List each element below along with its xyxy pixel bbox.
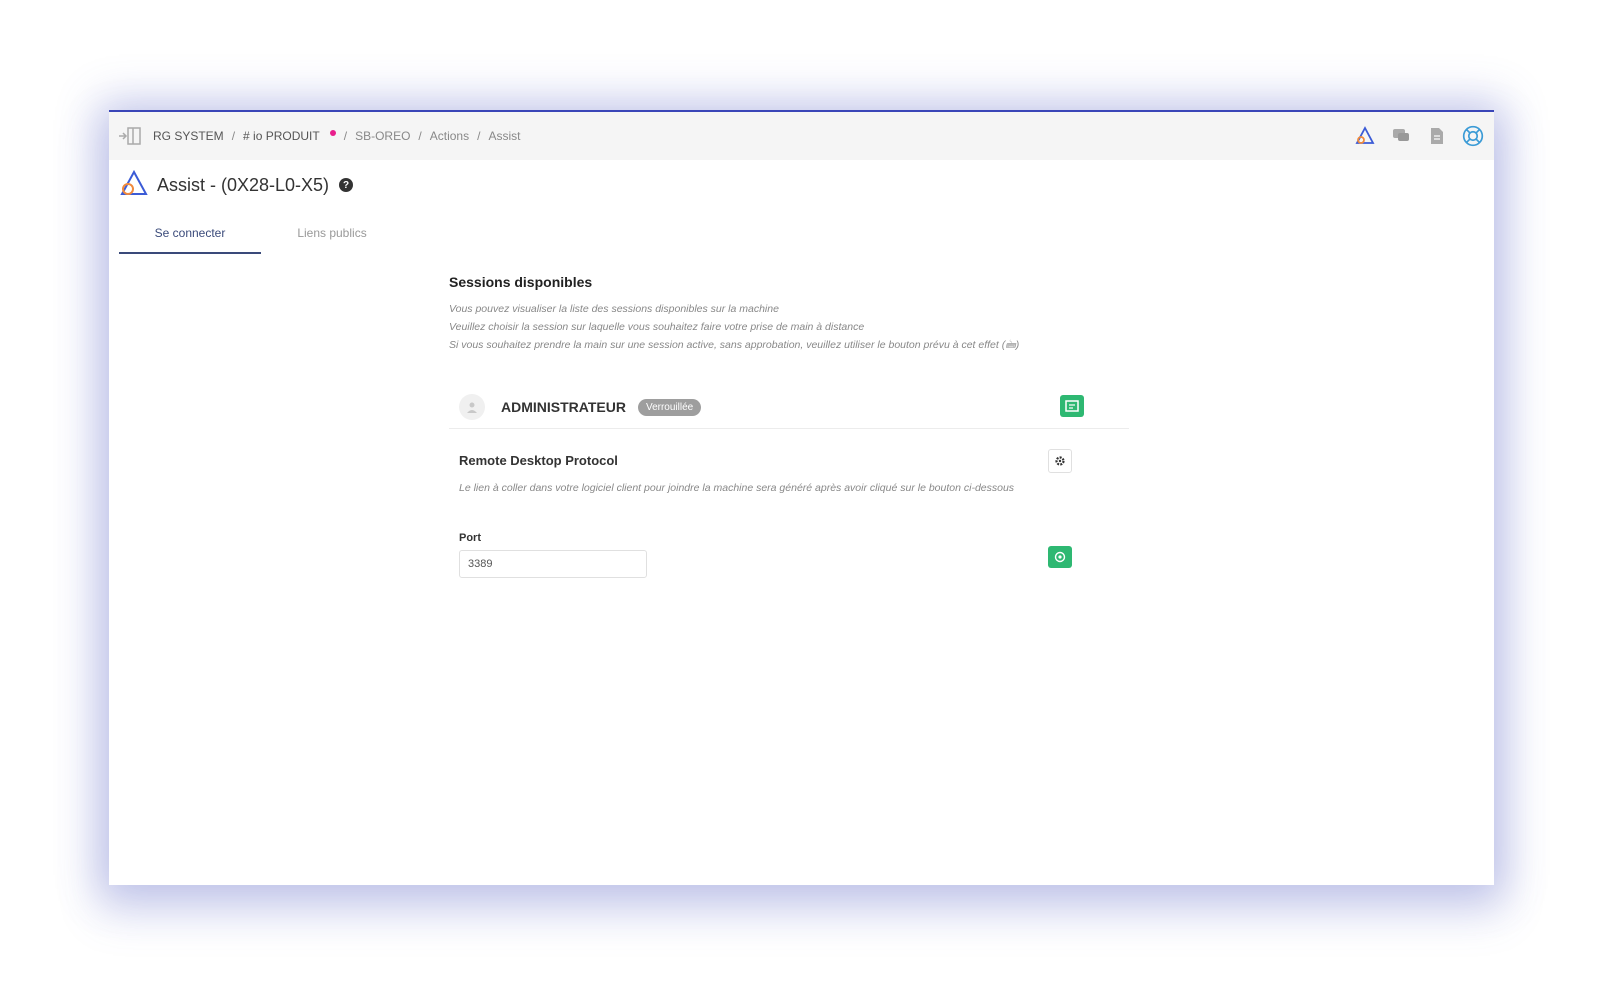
rdp-settings-button[interactable]	[1048, 449, 1072, 473]
breadcrumb-item-actions[interactable]: Actions	[430, 129, 469, 143]
rdp-description: Le lien à coller dans votre logiciel cli…	[459, 482, 1015, 494]
breadcrumb-separator: /	[418, 129, 422, 143]
gear-icon	[1055, 456, 1065, 466]
breadcrumb: RG SYSTEM / # io PRODUIT / SB-OREO / Act…	[153, 112, 520, 160]
breadcrumb-item-group[interactable]: # io PRODUIT	[243, 129, 320, 143]
session-name: ADMINISTRATEUR	[501, 399, 626, 415]
sessions-description-line: Si vous souhaitez prendre la main sur un…	[449, 339, 1020, 351]
breadcrumb-item-assist: Assist	[488, 129, 521, 143]
user-avatar-icon	[459, 394, 485, 420]
take-control-button[interactable]	[1060, 395, 1084, 417]
breadcrumb-item-organization[interactable]: RG SYSTEM	[153, 129, 224, 143]
sessions-description: Vous pouvez visualiser la liste des sess…	[449, 300, 1129, 354]
lifebuoy-icon[interactable]	[1462, 125, 1484, 147]
page-header: Assist - (0X28-L0-X5) ?	[119, 169, 354, 202]
tab-liens-publics[interactable]: Liens publics	[261, 214, 403, 252]
port-input[interactable]	[459, 550, 647, 578]
top-icons	[1354, 112, 1484, 160]
breadcrumb-separator: /	[343, 129, 348, 143]
sidebar-toggle-icon[interactable]	[119, 127, 141, 145]
rdp-title: Remote Desktop Protocol	[459, 453, 618, 468]
page-title: Assist - (0X28-L0-X5)	[157, 174, 330, 195]
document-icon[interactable]	[1426, 125, 1448, 147]
main-content: Sessions disponibles Vous pouvez visuali…	[449, 274, 1129, 578]
tab-se-connecter[interactable]: Se connecter	[119, 214, 261, 254]
assist-logo-icon	[119, 169, 149, 202]
session-row: ADMINISTRATEUR Verrouillée	[449, 386, 1129, 429]
rdp-section: Remote Desktop Protocol Le lien à coller…	[449, 449, 1129, 494]
session-status-badge: Verrouillée	[637, 398, 702, 416]
breadcrumb-item-device[interactable]: SB-OREO	[355, 129, 410, 143]
sessions-description-line: Veuillez choisir la session sur laquelle…	[449, 321, 865, 333]
status-dot	[329, 130, 336, 136]
tabs: Se connecter Liens publics	[119, 214, 403, 254]
breadcrumb-separator: /	[231, 129, 236, 143]
assist-icon[interactable]	[1354, 125, 1376, 147]
port-section: Port	[449, 532, 1129, 578]
app-window: RG SYSTEM / # io PRODUIT / SB-OREO / Act…	[109, 110, 1494, 885]
top-bar: RG SYSTEM / # io PRODUIT / SB-OREO / Act…	[109, 112, 1494, 160]
screen-icon	[1065, 400, 1079, 412]
breadcrumb-separator: /	[477, 129, 481, 143]
sessions-description-line: Vous pouvez visualiser la liste des sess…	[449, 303, 779, 315]
generate-link-button[interactable]	[1048, 546, 1072, 568]
port-label: Port	[459, 532, 481, 544]
help-icon[interactable]: ?	[339, 178, 354, 192]
sessions-title: Sessions disponibles	[449, 274, 593, 290]
chat-icon[interactable]	[1390, 125, 1412, 147]
eye-icon	[1054, 551, 1066, 563]
